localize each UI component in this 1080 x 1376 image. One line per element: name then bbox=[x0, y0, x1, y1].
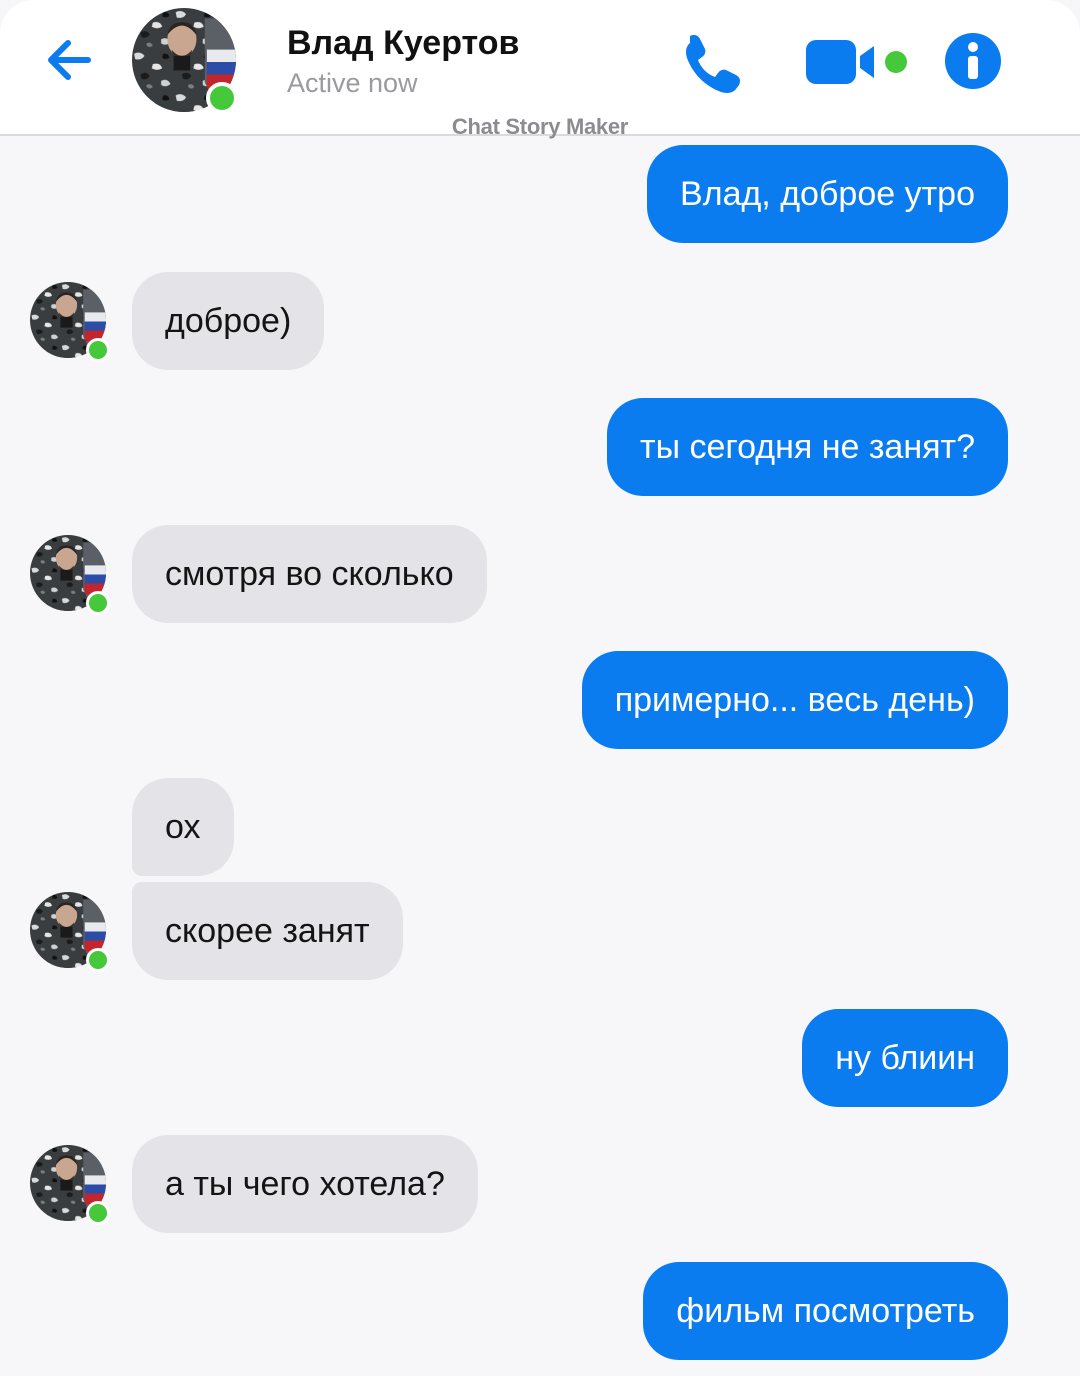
message-bubble-incoming[interactable]: скорее занят bbox=[132, 882, 403, 980]
contact-name[interactable]: Влад Куертов bbox=[287, 24, 519, 63]
message-avatar bbox=[30, 535, 110, 615]
message-bubble-incoming[interactable]: смотря во сколько bbox=[132, 525, 487, 623]
message-avatar bbox=[30, 1145, 110, 1225]
message-bubble-outgoing[interactable]: ты сегодня не занят? bbox=[607, 398, 1008, 496]
online-indicator bbox=[86, 948, 110, 972]
message-bubble-incoming[interactable]: а ты чего хотела? bbox=[132, 1135, 478, 1233]
message-avatar bbox=[30, 892, 110, 972]
contact-avatar[interactable] bbox=[132, 8, 238, 114]
message-avatar bbox=[30, 282, 110, 362]
message-bubble-outgoing[interactable]: фильм посмотреть bbox=[643, 1262, 1008, 1360]
online-indicator bbox=[86, 591, 110, 615]
info-icon[interactable] bbox=[944, 32, 1002, 90]
watermark: Chat Story Maker bbox=[451, 114, 629, 139]
message-bubble-incoming[interactable]: доброе) bbox=[132, 272, 325, 370]
video-camera-icon[interactable] bbox=[804, 34, 914, 90]
message-bubble-outgoing[interactable]: примерно... весь день) bbox=[581, 651, 1008, 749]
online-indicator bbox=[86, 338, 110, 362]
online-indicator bbox=[86, 1201, 110, 1225]
phone-icon[interactable] bbox=[676, 28, 742, 94]
message-bubble-outgoing[interactable]: ну блиин bbox=[802, 1009, 1008, 1107]
message-bubble-outgoing[interactable]: Влад, доброе утро bbox=[647, 145, 1008, 243]
online-indicator bbox=[206, 82, 238, 114]
back-arrow-icon[interactable] bbox=[40, 30, 100, 90]
contact-status: Active now bbox=[287, 68, 418, 98]
message-bubble-incoming[interactable]: ох bbox=[132, 778, 234, 876]
